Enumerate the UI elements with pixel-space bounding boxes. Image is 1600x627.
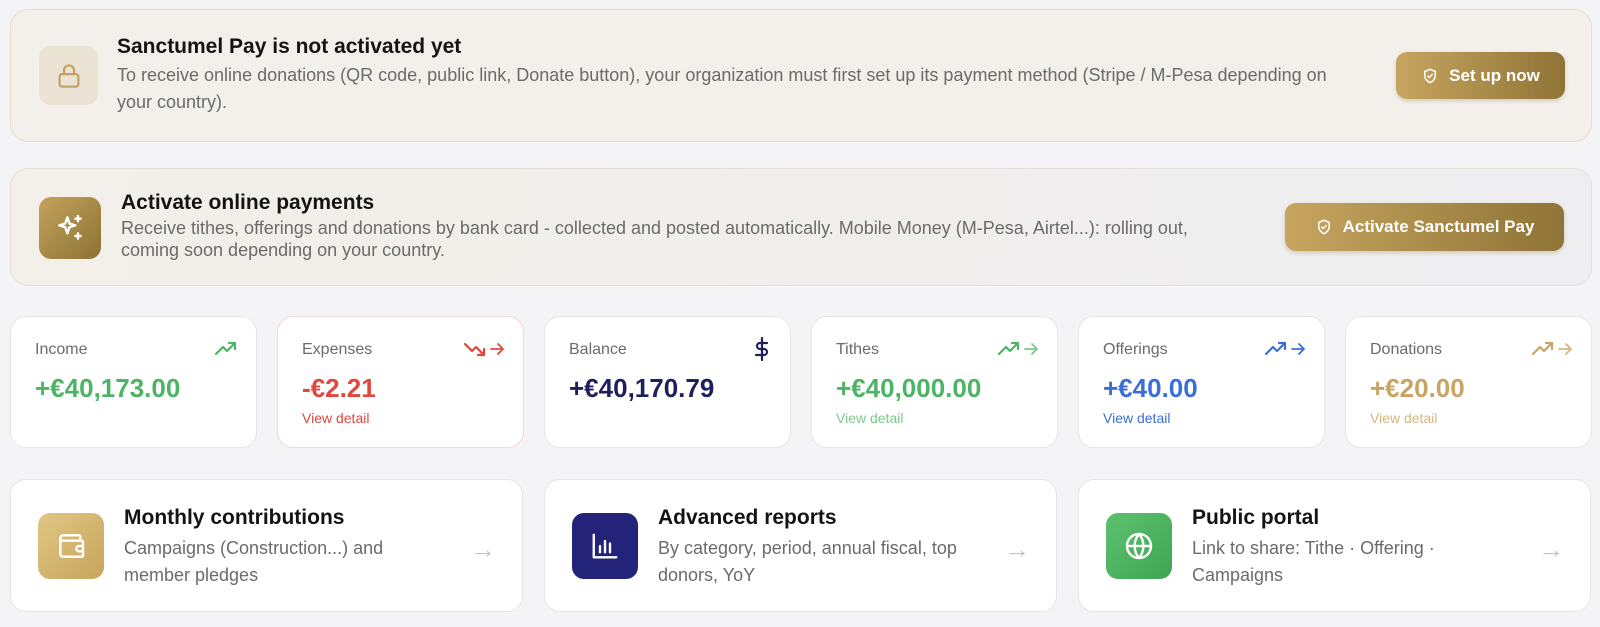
- banner-title: Sanctumel Pay is not activated yet: [117, 35, 462, 58]
- dollar-icon: [752, 337, 772, 361]
- card-monthly-contributions[interactable]: Monthly contributions Campaigns (Constru…: [10, 479, 523, 612]
- banner-text: To receive online donations (QR code, pu…: [117, 65, 1327, 112]
- arrow-right-icon: [1558, 343, 1572, 355]
- trending-up-icon: [214, 337, 238, 361]
- card-description: By category, period, annual fiscal, top …: [658, 538, 957, 585]
- view-detail-link[interactable]: View detail: [302, 410, 369, 426]
- sparkle-icon: [39, 197, 101, 259]
- stat-value: +€40,000.00: [836, 373, 982, 403]
- stat-label: Balance: [569, 341, 627, 358]
- globe-icon: [1106, 513, 1172, 579]
- stat-label: Expenses: [302, 341, 373, 358]
- set-up-now-label: Set up now: [1449, 65, 1540, 85]
- bar-chart-icon: [572, 513, 638, 579]
- activate-online-payments-banner: Activate online payments Receive tithes,…: [10, 168, 1592, 286]
- card-advanced-reports[interactable]: Advanced reports By category, period, an…: [544, 479, 1057, 612]
- card-title: Monthly contributions: [124, 506, 345, 529]
- arrow-right-icon: [490, 343, 504, 355]
- lock-icon: [39, 46, 98, 105]
- payment-not-activated-banner: Sanctumel Pay is not activated yet To re…: [10, 9, 1592, 142]
- banner-title: Activate online payments: [121, 191, 375, 214]
- set-up-now-button[interactable]: Set up now: [1396, 52, 1565, 99]
- card-description: Campaigns (Construction...) and member p…: [124, 538, 384, 585]
- stat-value: +€40,173.00: [35, 373, 181, 403]
- card-public-portal[interactable]: Public portal Link to share: Tithe · Off…: [1078, 479, 1591, 612]
- wallet-icon: [38, 513, 104, 579]
- arrow-right-icon: →: [470, 534, 496, 564]
- view-detail-link[interactable]: View detail: [1370, 410, 1437, 426]
- view-detail-link[interactable]: View detail: [836, 410, 903, 426]
- stat-label: Donations: [1370, 341, 1443, 358]
- card-description: Link to share: Tithe · Offering · Campai…: [1192, 538, 1435, 585]
- trending-up-icon: [1531, 337, 1573, 361]
- shield-icon: [1424, 68, 1437, 83]
- stat-card-income[interactable]: Income +€40,173.00: [10, 316, 257, 448]
- view-detail-link[interactable]: View detail: [1103, 410, 1170, 426]
- arrow-right-icon: [1291, 343, 1305, 355]
- activate-sanctumel-pay-label: Activate Sanctumel Pay: [1342, 217, 1535, 236]
- stat-card-offerings[interactable]: Offerings +€40.00 View detail: [1078, 316, 1325, 448]
- trending-up-icon: [1264, 337, 1306, 361]
- stat-card-tithes[interactable]: Tithes +€40,000.00 View detail: [811, 316, 1058, 448]
- arrow-right-icon: [1024, 343, 1038, 355]
- stat-card-expenses[interactable]: Expenses -€2.21 View detail: [277, 316, 524, 448]
- stat-label: Income: [35, 341, 88, 358]
- arrow-right-icon: →: [1538, 534, 1564, 564]
- shield-icon: [1317, 219, 1330, 235]
- stat-card-balance[interactable]: Balance +€40,170.79: [544, 316, 791, 448]
- trending-down-icon: [463, 337, 505, 361]
- banner-text: Receive tithes, offerings and donations …: [121, 218, 1188, 260]
- stat-label: Tithes: [836, 341, 879, 358]
- trending-up-icon: [997, 337, 1039, 361]
- card-title: Public portal: [1192, 506, 1320, 529]
- stat-card-donations[interactable]: Donations +€20.00 View detail: [1345, 316, 1592, 448]
- stat-label: Offerings: [1103, 341, 1168, 358]
- stat-value: +€20.00: [1370, 373, 1465, 403]
- card-title: Advanced reports: [658, 506, 837, 529]
- activate-sanctumel-pay-button[interactable]: Activate Sanctumel Pay: [1285, 203, 1564, 251]
- stat-value: -€2.21: [302, 373, 376, 403]
- arrow-right-icon: →: [1004, 534, 1030, 564]
- stat-value: +€40.00: [1103, 373, 1198, 403]
- stat-value: +€40,170.79: [569, 373, 715, 403]
